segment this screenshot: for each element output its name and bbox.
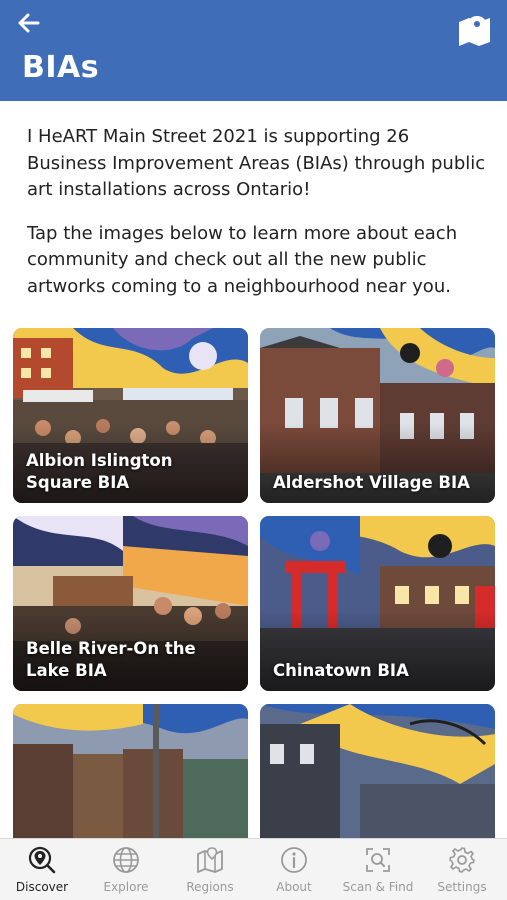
card-label: Belle River-On the Lake BIA bbox=[26, 639, 196, 680]
gear-icon bbox=[449, 847, 475, 873]
bia-card-belle-river[interactable]: Belle River-On the Lake BIA bbox=[13, 516, 248, 691]
intro-text: I HeART Main Street 2021 is supporting 2… bbox=[27, 124, 487, 317]
page-title: BIAs bbox=[22, 50, 100, 85]
bia-card-aldershot-village[interactable]: Aldershot Village BIA bbox=[260, 328, 495, 503]
arrow-left-icon bbox=[18, 13, 40, 33]
tab-explore[interactable]: Explore bbox=[84, 839, 168, 900]
map-marker-icon bbox=[459, 16, 490, 46]
tab-label: Regions bbox=[186, 880, 234, 894]
tab-about[interactable]: About bbox=[252, 839, 336, 900]
map-icon bbox=[197, 847, 223, 873]
tab-label: Discover bbox=[15, 880, 69, 894]
card-label: Aldershot Village BIA bbox=[273, 473, 470, 492]
bia-card-albion-islington[interactable]: Albion Islington Square BIA bbox=[13, 328, 248, 503]
tab-label: About bbox=[276, 880, 312, 894]
card-label: Chinatown BIA bbox=[273, 661, 409, 680]
discover-icon bbox=[28, 846, 56, 874]
globe-icon bbox=[113, 847, 139, 873]
card-label: Albion Islington Square BIA bbox=[26, 451, 173, 492]
tab-label: Settings bbox=[437, 880, 487, 894]
tab-regions[interactable]: Regions bbox=[168, 839, 252, 900]
tab-label: Explore bbox=[103, 880, 149, 894]
intro-paragraph-1: I HeART Main Street 2021 is supporting 2… bbox=[27, 126, 486, 200]
app-header: BIAs bbox=[0, 0, 507, 101]
info-icon bbox=[281, 847, 307, 873]
intro-paragraph-2: Tap the images below to learn more about… bbox=[27, 222, 458, 297]
back-button[interactable] bbox=[14, 8, 44, 38]
scan-icon bbox=[366, 848, 390, 872]
bia-card-chinatown[interactable]: Chinatown BIA bbox=[260, 516, 495, 691]
bottom-tab-bar: Discover Explore Regions About Scan & Fi… bbox=[0, 838, 507, 900]
tab-settings[interactable]: Settings bbox=[420, 839, 504, 900]
tab-discover[interactable]: Discover bbox=[0, 839, 84, 900]
map-view-button[interactable] bbox=[457, 12, 493, 46]
tab-label: Scan & Find bbox=[342, 880, 414, 894]
tab-scan-find[interactable]: Scan & Find bbox=[336, 839, 420, 900]
